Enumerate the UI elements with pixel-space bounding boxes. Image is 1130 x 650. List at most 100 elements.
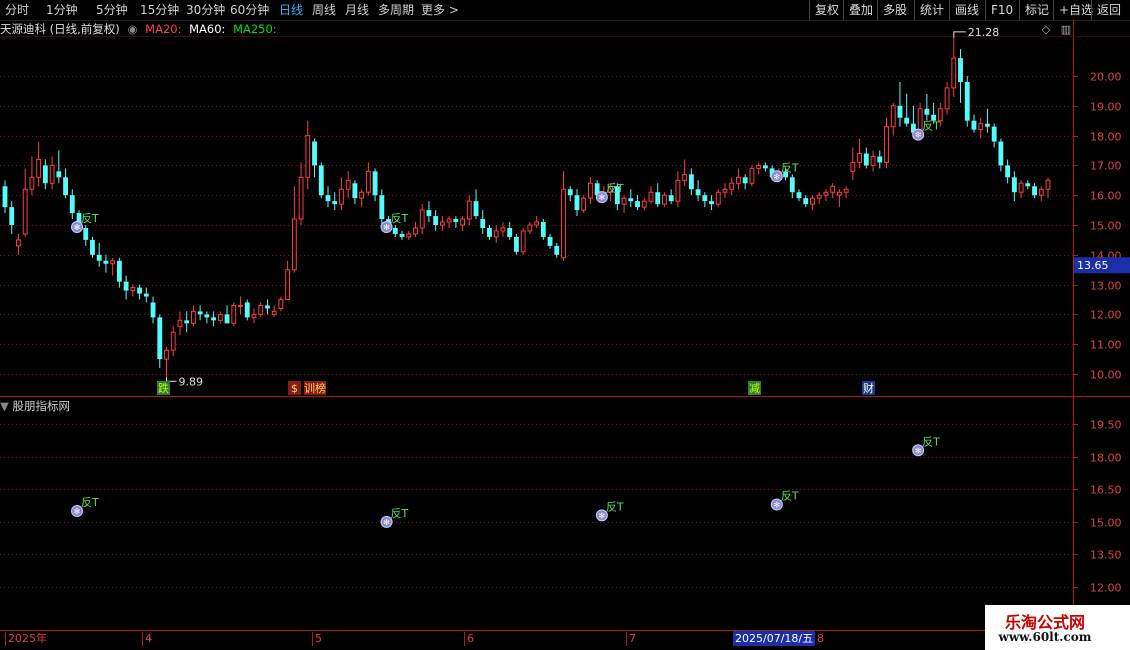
candle-body-up [190, 310, 196, 324]
candle-body-down [1032, 186, 1037, 196]
date-axis: 2025年 4 5 6 7 8 2025/07/18/五 [0, 630, 985, 650]
candle-body-down [789, 177, 795, 193]
candle-body-up [110, 260, 116, 265]
candle-body-down [325, 195, 331, 202]
candle-body-down [547, 236, 553, 246]
main-price-label-5: 15.00 [1090, 220, 1122, 233]
candle-body-up [49, 164, 55, 184]
main-price-label-1: 19.00 [1090, 101, 1122, 114]
candle-body-up [271, 310, 277, 315]
candle-body-down [567, 189, 573, 196]
main-signal-label: 反T [606, 182, 624, 195]
sub-price-label-4: 13.50 [1090, 549, 1122, 562]
main-price-label-10: 10.00 [1090, 369, 1122, 382]
candle-body-down [1025, 183, 1031, 187]
candle-body-down [473, 201, 479, 217]
candle-body-down [507, 227, 513, 237]
candle-body-down [42, 165, 48, 184]
candle-body-down [985, 123, 990, 127]
candle-body-down [332, 201, 338, 205]
sub-signal-label: 反T [922, 435, 940, 448]
candle-body-up [339, 188, 344, 205]
candle-body-down [96, 254, 102, 261]
candle-body-up [446, 218, 452, 223]
panel-icon[interactable]: ▥ [1061, 23, 1071, 36]
watermark: 乐淘公式网 www.60lt.com [985, 605, 1130, 650]
kline-chart[interactable]: 20.0019.0018.0017.0016.0015.0014.0013.00… [0, 0, 1130, 650]
candle-body-up [466, 200, 472, 220]
candle-body-up [345, 179, 351, 190]
candle-body-up [217, 313, 223, 321]
candle-body-down [695, 189, 701, 196]
sub-price-label-3: 15.00 [1090, 517, 1122, 530]
candle-body-down [137, 287, 143, 294]
candle-body-down [9, 207, 15, 225]
candle-body-down [265, 305, 270, 309]
candle-body-up [884, 126, 889, 163]
candle-body-up [406, 233, 412, 238]
candle-body-down [998, 141, 1004, 166]
candle-body-down [426, 210, 432, 217]
sub-price-label-0: 19.50 [1090, 419, 1122, 432]
candle-body-down [83, 227, 89, 240]
candle-body-up [1045, 179, 1051, 190]
candle-body-down [63, 177, 68, 196]
candle-body-down [453, 219, 459, 223]
candle-body-down [143, 293, 149, 297]
event-badge-1: $ [291, 382, 298, 395]
candle-body-up [251, 313, 257, 318]
cursor-date-label: 2025/07/18/五 [733, 631, 816, 646]
candle-body-down [90, 239, 95, 255]
candle-body-up [890, 105, 896, 128]
watermark-url: www.60lt.com [998, 630, 1092, 644]
sub-signal-star-icon: ✻ [74, 507, 81, 516]
candle-body-up [285, 269, 291, 301]
sub-signal-label: 反T [81, 496, 99, 509]
candle-body-up [29, 176, 35, 190]
candle-body-down [399, 233, 405, 237]
main-signal-label: 反T [81, 212, 99, 225]
candle-body-up [359, 191, 365, 199]
main-price-label-0: 20.00 [1090, 71, 1122, 84]
candle-body-up [520, 230, 526, 253]
candle-body-down [116, 260, 122, 282]
candle-body-up [843, 188, 849, 193]
candle-body-down [318, 165, 324, 196]
diamond-icon[interactable]: ◇ [1042, 23, 1051, 36]
candle-body-down [433, 216, 439, 225]
sub-signal-label: 反T [391, 507, 409, 520]
main-signal-star-icon: ✻ [599, 193, 606, 202]
candle-body-down [197, 311, 203, 315]
sub-price-label-1: 18.00 [1090, 452, 1122, 465]
candle-body-up [419, 209, 425, 229]
candle-body-down [244, 302, 250, 318]
candle-body-up [561, 188, 566, 259]
candle-body-up [36, 158, 42, 178]
candle-body-up [278, 299, 284, 309]
candle-body-up [675, 179, 681, 202]
candle-body-up [170, 331, 176, 351]
sub-signal-star-icon: ✻ [915, 446, 922, 455]
candle-body-up [305, 135, 311, 178]
sub-price-label-5: 12.00 [1090, 582, 1122, 595]
candle-body-down [897, 105, 903, 118]
candle-body-down [2, 186, 8, 208]
candle-body-down [1011, 177, 1017, 193]
main-price-label-4: 16.00 [1090, 190, 1122, 203]
candle-body-up [291, 218, 297, 271]
main-signal-label: 反T [391, 212, 409, 225]
main-signal-star-icon: ✻ [74, 223, 81, 232]
candle-body-down [904, 117, 910, 124]
candle-body-down [668, 195, 674, 202]
candle-body-up [413, 227, 418, 235]
candle-body-up [756, 164, 762, 169]
event-badge-2: 训榜 [304, 381, 326, 395]
candle-body-down [688, 174, 694, 190]
high-price-label: 21.28 [968, 26, 1000, 39]
candle-body-up [816, 194, 822, 199]
event-badge-4: 财 [863, 381, 874, 395]
candle-body-up [500, 227, 506, 232]
main-signal-label: 反T [922, 120, 940, 133]
candle-body-up [1018, 182, 1024, 193]
candle-body-up [722, 188, 728, 193]
